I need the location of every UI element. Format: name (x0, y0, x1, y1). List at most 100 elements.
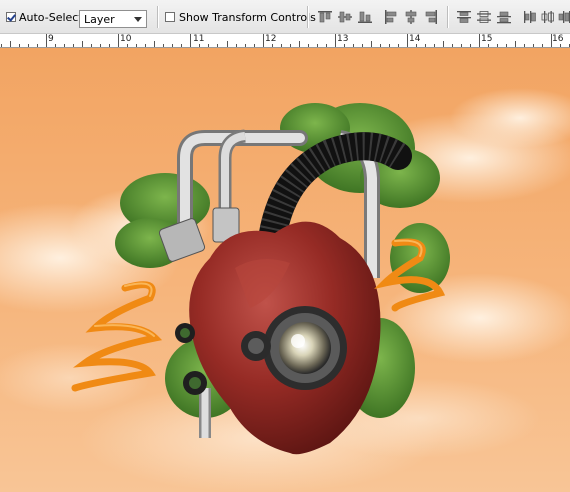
ruler-tick (46, 34, 47, 47)
ruler-label: 15 (481, 34, 493, 44)
distribute-bottom-edges-button[interactable] (495, 9, 513, 25)
show-transform-controls-label: Show Transform Controls (179, 11, 316, 24)
align-vertical-centers-button[interactable] (336, 9, 354, 25)
align-horizontal-centers-button[interactable] (402, 9, 420, 25)
ruler-tick (281, 44, 282, 47)
ruler-tick (335, 34, 336, 47)
ruler-tick (163, 44, 164, 47)
ruler-tick (443, 41, 444, 47)
ruler-tick (407, 34, 408, 47)
align-vertical-centers-icon (338, 11, 352, 23)
ruler-tick (344, 44, 345, 47)
ruler-tick (118, 34, 119, 47)
ruler-label: 11 (193, 34, 205, 44)
ruler-tick (82, 41, 83, 47)
ruler-tick (479, 34, 480, 47)
ruler-tick (362, 44, 363, 47)
distribute-top-edges-button[interactable] (455, 9, 473, 25)
align-bottom-edges-button[interactable] (356, 9, 374, 25)
ruler-tick (10, 41, 11, 47)
ruler-tick (100, 44, 101, 47)
ruler-tick (461, 44, 462, 47)
distribute-right-edges-button[interactable] (556, 9, 570, 25)
ruler-tick (416, 44, 417, 47)
auto-select-target-value: Layer (84, 13, 115, 26)
horizontal-ruler[interactable]: 9 10 11 12 13 14 15 16 (0, 34, 570, 48)
ruler-tick (299, 41, 300, 47)
ruler-tick (28, 44, 29, 47)
ruler-tick (145, 44, 146, 47)
ruler-tick (245, 44, 246, 47)
ruler-tick (208, 44, 209, 47)
ruler-label: 10 (120, 34, 132, 44)
ruler-tick (154, 41, 155, 47)
ruler-tick (380, 44, 381, 47)
distribute-vertical-centers-button[interactable] (475, 9, 493, 25)
ruler-tick (317, 44, 318, 47)
distribute-vertical-centers-icon (477, 11, 491, 23)
ruler-tick (497, 44, 498, 47)
ruler-tick (136, 44, 137, 47)
align-right-edges-icon (425, 10, 437, 24)
show-transform-controls-checkbox[interactable] (165, 12, 175, 22)
ruler-tick (524, 44, 525, 47)
ruler-tick (37, 44, 38, 47)
ruler-tick (398, 44, 399, 47)
auto-select-checkbox[interactable] (6, 12, 16, 22)
align-top-edges-button[interactable] (316, 9, 334, 25)
ruler-tick (109, 44, 110, 47)
ruler-label: 9 (48, 34, 54, 44)
auto-select-label: Auto-Select: (19, 11, 87, 24)
auto-select-target-dropdown[interactable]: Layer (79, 10, 147, 28)
ruler-tick (515, 41, 516, 47)
ruler-tick (272, 44, 273, 47)
distribute-left-edges-icon (524, 11, 536, 23)
document-canvas[interactable] (0, 48, 570, 492)
ruler-tick (73, 44, 74, 47)
toolbar-separator (447, 6, 448, 28)
ruler-tick (217, 44, 218, 47)
align-horizontal-centers-icon (405, 10, 417, 24)
distribute-bottom-edges-icon (497, 11, 511, 24)
ruler-tick (64, 44, 65, 47)
align-right-edges-button[interactable] (422, 9, 440, 25)
ruler-tick (1, 44, 2, 47)
ruler-tick (308, 44, 309, 47)
ruler-tick (542, 44, 543, 47)
ruler-tick (326, 44, 327, 47)
align-left-edges-button[interactable] (382, 9, 400, 25)
chevron-down-icon (134, 17, 142, 22)
ruler-tick (127, 44, 128, 47)
ruler-tick (551, 34, 552, 47)
ruler-tick (227, 41, 228, 47)
ruler-label: 16 (552, 34, 564, 44)
ruler-tick (236, 44, 237, 47)
ruler-label: 14 (409, 34, 421, 44)
ruler-tick (55, 44, 56, 47)
ruler-tick (533, 44, 534, 47)
mechanical-heart-artwork (0, 48, 570, 492)
ruler-tick (470, 44, 471, 47)
ruler-tick (452, 44, 453, 47)
toolbar-separator (307, 6, 308, 28)
ruler-tick (19, 44, 20, 47)
ruler-tick (389, 44, 390, 47)
align-left-edges-icon (385, 10, 397, 24)
ruler-tick (290, 44, 291, 47)
ruler-tick (425, 44, 426, 47)
ruler-tick (181, 44, 182, 47)
ruler-tick (263, 34, 264, 47)
ruler-tick (371, 41, 372, 47)
ruler-tick (434, 44, 435, 47)
ruler-tick (190, 34, 191, 47)
ruler-tick (488, 44, 489, 47)
ruler-tick (353, 44, 354, 47)
distribute-horizontal-centers-button[interactable] (539, 9, 557, 25)
ruler-label: 13 (337, 34, 349, 44)
ruler-tick (560, 44, 561, 47)
align-top-edges-icon (318, 11, 332, 23)
distribute-left-edges-button[interactable] (521, 9, 539, 25)
ruler-tick (199, 44, 200, 47)
toolbar-separator (157, 6, 158, 28)
ruler-tick (91, 44, 92, 47)
